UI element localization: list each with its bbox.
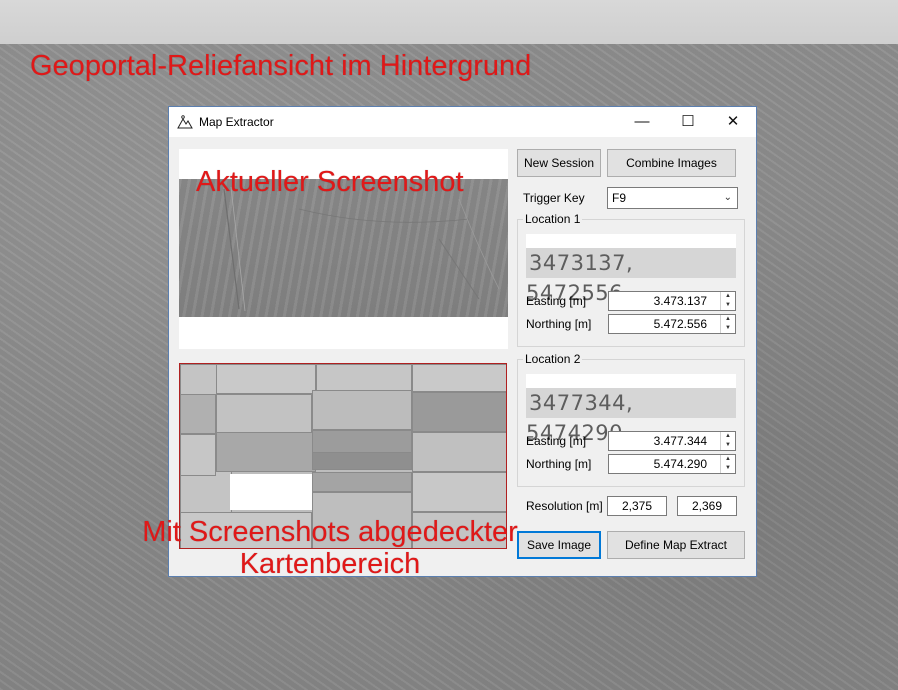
- mountain-map-icon: [177, 115, 193, 129]
- minimize-button[interactable]: —: [619, 107, 665, 137]
- coverage-tile: [216, 394, 312, 434]
- coverage-tile: [412, 432, 506, 472]
- define-map-extract-button[interactable]: Define Map Extract: [607, 531, 745, 559]
- coverage-tile: [412, 364, 506, 392]
- new-session-button[interactable]: New Session: [517, 149, 601, 177]
- window-title: Map Extractor: [199, 115, 274, 129]
- location-1-title: Location 1: [523, 212, 583, 226]
- coverage-tile: [316, 364, 412, 392]
- trigger-key-label: Trigger Key: [523, 191, 585, 205]
- location-2-easting-label: Easting [m]: [526, 434, 587, 448]
- spinner-arrows-icon[interactable]: ▲ ▼: [720, 292, 735, 310]
- location-1-group: Location 1 3473137, 5472556 Easting [m] …: [517, 212, 745, 347]
- coverage-tile: [180, 434, 216, 476]
- coverage-tile: [312, 452, 412, 470]
- coverage-tile: [180, 394, 216, 434]
- location-2-northing-value: 5.474.290: [653, 457, 707, 471]
- spinner-arrows-icon[interactable]: ▲ ▼: [720, 455, 735, 473]
- relief-lines: [223, 186, 500, 312]
- location-1-ocr-panel: 3473137, 5472556: [526, 234, 736, 305]
- location-1-northing-label: Northing [m]: [526, 317, 592, 331]
- location-2-northing-input[interactable]: 5.474.290 ▲ ▼: [608, 454, 736, 474]
- location-1-easting-value: 3.473.137: [653, 294, 707, 308]
- spinner-arrows-icon[interactable]: ▲ ▼: [720, 432, 735, 450]
- coverage-tile: [312, 472, 412, 492]
- location-2-northing-label: Northing [m]: [526, 457, 592, 471]
- location-1-northing-input[interactable]: 5.472.556 ▲ ▼: [608, 314, 736, 334]
- combine-images-button[interactable]: Combine Images: [607, 149, 736, 177]
- location-2-group: Location 2 3477344, 5474290 Easting [m] …: [517, 352, 745, 487]
- location-2-ocr-text: 3477344, 5474290: [526, 388, 736, 445]
- coverage-tile: [412, 392, 506, 432]
- coverage-tile: [312, 390, 412, 430]
- coverage-tile: [412, 472, 506, 512]
- location-1-ocr-text: 3473137, 5472556: [526, 248, 736, 305]
- location-2-ocr-panel: 3477344, 5474290: [526, 374, 736, 445]
- annotation-coverage-line1: Mit Screenshots abgedeckter: [142, 516, 518, 548]
- chevron-down-icon: ⌄: [723, 192, 732, 203]
- location-1-easting-input[interactable]: 3.473.137 ▲ ▼: [608, 291, 736, 311]
- coverage-tile: [216, 432, 316, 472]
- resolution-y-field[interactable]: 2,369: [677, 496, 737, 516]
- resolution-x-field[interactable]: 2,375: [607, 496, 667, 516]
- location-1-northing-value: 5.472.556: [653, 317, 707, 331]
- location-2-easting-input[interactable]: 3.477.344 ▲ ▼: [608, 431, 736, 451]
- spinner-arrows-icon[interactable]: ▲ ▼: [720, 315, 735, 333]
- title-bar[interactable]: Map Extractor — ☐ ✕: [169, 107, 756, 137]
- trigger-key-select[interactable]: F9 ⌄: [607, 187, 738, 209]
- annotation-coverage-line2: Kartenbereich: [239, 548, 421, 580]
- location-2-title: Location 2: [523, 352, 583, 366]
- maximize-button[interactable]: ☐: [665, 107, 711, 137]
- annotation-background: Geoportal-Reliefansicht im Hintergrund: [30, 50, 532, 82]
- annotation-coverage: Mit Screenshots abgedeckter Kartenbereic…: [122, 516, 538, 580]
- current-screenshot-image: [179, 179, 508, 317]
- location-2-easting-value: 3.477.344: [653, 434, 707, 448]
- location-1-easting-label: Easting [m]: [526, 294, 587, 308]
- annotation-current-screenshot: Aktueller Screenshot: [196, 166, 464, 198]
- coverage-tile: [216, 364, 316, 394]
- close-button[interactable]: ✕: [710, 107, 756, 137]
- coverage-tile: [230, 474, 312, 510]
- top-band: [0, 0, 898, 44]
- resolution-label: Resolution [m]: [526, 499, 603, 513]
- trigger-key-value: F9: [612, 191, 627, 205]
